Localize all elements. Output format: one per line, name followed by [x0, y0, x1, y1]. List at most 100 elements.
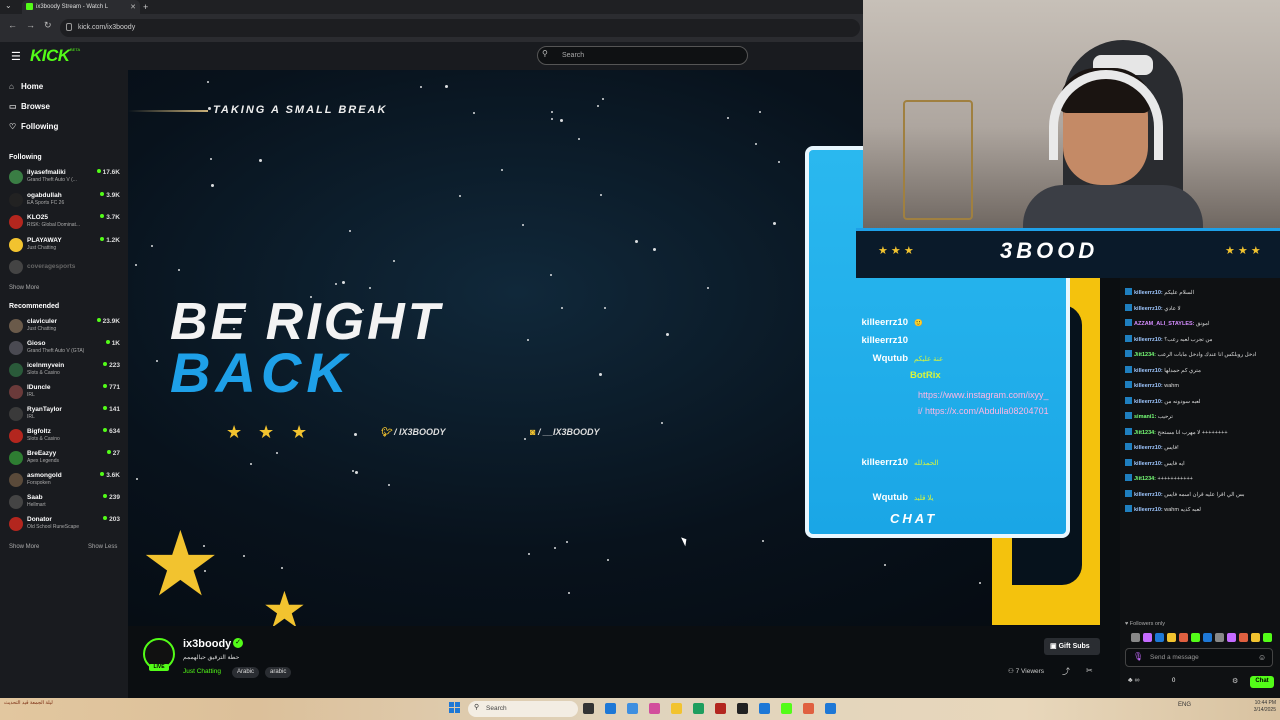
- windows-start-icon[interactable]: [449, 702, 460, 713]
- star-icon: ★: [226, 422, 243, 442]
- emote-icon[interactable]: [1227, 633, 1236, 642]
- sidebar-channel[interactable]: asmongold Forspoken 3.6K: [9, 472, 123, 494]
- sidebar-channel[interactable]: Gioso Grand Theft Auto V (GTA) 1K: [9, 340, 123, 362]
- emoji-icon[interactable]: ☺: [1258, 653, 1266, 662]
- twitter-handle: 🐦︎ / IX3BOODY: [380, 427, 445, 438]
- reload-icon[interactable]: ↻: [44, 20, 52, 31]
- taskbar-app-icon[interactable]: [583, 703, 594, 714]
- forward-arrow-icon[interactable]: →: [26, 20, 35, 30]
- sidebar-channel[interactable]: KLO25 RISK: Global Dominat... 3.7K: [9, 214, 123, 236]
- system-tray[interactable]: ENG: [1178, 702, 1191, 708]
- chat-username[interactable]: killeerrz10:: [1134, 290, 1164, 296]
- chat-username[interactable]: killeerrz10:: [1134, 368, 1164, 374]
- chat-message: killeerrz10: بس الي اقرا عليه قران اسمه …: [1125, 489, 1245, 498]
- back-arrow-icon[interactable]: ←: [8, 20, 17, 30]
- instagram-handle: ◙ / __IX3BOODY: [530, 427, 599, 437]
- tag-chip[interactable]: arabic: [265, 667, 292, 678]
- kick-logo[interactable]: KICK: [30, 46, 70, 66]
- sidebar-item-browse[interactable]: ▭ Browse: [9, 102, 50, 111]
- stream-category[interactable]: Just Chatting: [183, 668, 221, 675]
- tag-chip[interactable]: Arabic: [232, 667, 260, 678]
- chat-username[interactable]: killeerrz10:: [1134, 337, 1164, 343]
- emote-icon[interactable]: [1215, 633, 1224, 642]
- url-field[interactable]: kick.com/ix3boody: [60, 19, 860, 37]
- emote-icon[interactable]: [1167, 633, 1176, 642]
- taskbar-app-icon[interactable]: [671, 703, 682, 714]
- sidebar-channel[interactable]: claviculer Just Chatting 23.9K: [9, 318, 123, 340]
- windows-taskbar: [0, 698, 1280, 720]
- chat-username[interactable]: simani1:: [1134, 414, 1158, 420]
- microphone-icon[interactable]: 🎙︎: [1133, 652, 1143, 661]
- show-more-link[interactable]: Show More: [9, 544, 39, 550]
- sidebar-channel[interactable]: ogabdullah EA Sports FC 26 3.9K: [9, 192, 123, 214]
- sidebar-channel[interactable]: BreEazyy Apex Legends 27: [9, 450, 123, 472]
- emote-icon[interactable]: [1203, 633, 1212, 642]
- chat-settings-icon[interactable]: ⚙: [1232, 677, 1238, 685]
- menu-hamburger-icon[interactable]: ☰: [11, 50, 21, 63]
- emote-icon[interactable]: [1155, 633, 1164, 642]
- sidebar-channel[interactable]: coveragesports: [9, 259, 123, 281]
- chat-message: killeerrz10: wahm لعبه كذيه: [1125, 505, 1201, 513]
- chat-username[interactable]: Jiit1234:: [1134, 476, 1158, 482]
- chat-username[interactable]: killeerrz10:: [1134, 306, 1164, 312]
- share-icon[interactable]: ⤴: [1062, 666, 1070, 677]
- chat-message: killeerrz10: ايه فايس: [1125, 458, 1185, 467]
- taskbar-app-icon[interactable]: [605, 703, 616, 714]
- sidebar-channel[interactable]: Donator Old School RuneScape 203: [9, 516, 123, 538]
- channel-name: Gioso: [27, 340, 46, 347]
- show-more-following-link[interactable]: Show More: [9, 285, 39, 291]
- sidebar-item-home[interactable]: ⌂ Home: [9, 82, 43, 91]
- emote-icon[interactable]: [1251, 633, 1260, 642]
- chat-username[interactable]: killeerrz10:: [1134, 507, 1164, 513]
- sidebar-channel[interactable]: icelnmyvein Slots & Casino 223: [9, 362, 123, 384]
- taskbar-app-icon[interactable]: [737, 703, 748, 714]
- taskbar-app-icon[interactable]: [781, 703, 792, 714]
- gift-subs-button[interactable]: ▣ Gift Subs: [1044, 638, 1100, 655]
- sidebar-channel[interactable]: ilyasefmaliki Grand Theft Auto V (... 17.6…: [9, 169, 123, 191]
- tab-menu-icon[interactable]: ⌄: [5, 1, 12, 10]
- sidebar-channel[interactable]: Bigfoltz Slots & Casino 634: [9, 428, 123, 450]
- background-star: [393, 260, 396, 263]
- taskbar-app-icon[interactable]: [803, 703, 814, 714]
- clip-icon[interactable]: ✂: [1086, 666, 1093, 675]
- chat-message-input[interactable]: Send a message: [1125, 648, 1273, 667]
- emote-strip[interactable]: [1125, 632, 1275, 644]
- chat-username[interactable]: killeerrz10:: [1134, 383, 1164, 389]
- site-info-icon[interactable]: [66, 23, 72, 31]
- emote-icon[interactable]: [1131, 633, 1140, 642]
- search-input[interactable]: Search: [537, 46, 748, 65]
- chat-username[interactable]: Jiit1234:: [1134, 430, 1158, 436]
- sidebar-channel[interactable]: Saab Hellmart 239: [9, 494, 123, 516]
- taskbar-app-icon[interactable]: [693, 703, 704, 714]
- new-tab-button[interactable]: +: [143, 2, 148, 12]
- weather-widget[interactable]: ليلة الجمعة قيد التحديث: [4, 700, 53, 706]
- chat-username[interactable]: killeerrz10:: [1134, 399, 1164, 405]
- emote-icon[interactable]: [1179, 633, 1188, 642]
- chat-username[interactable]: killeerrz10:: [1134, 461, 1164, 467]
- chat-username[interactable]: Jiit1234:: [1134, 352, 1158, 358]
- tab-close-icon[interactable]: ✕: [130, 3, 136, 11]
- sidebar-channel[interactable]: RyanTaylor IRL 141: [9, 406, 123, 428]
- sidebar-channel[interactable]: IDuncle IRL 771: [9, 384, 123, 406]
- sidebar-item-following[interactable]: ♡ Following: [9, 122, 58, 131]
- emote-icon[interactable]: [1239, 633, 1248, 642]
- emote-icon[interactable]: [1263, 633, 1272, 642]
- browser-tab[interactable]: ix3boody Stream - Watch L ✕: [22, 0, 140, 14]
- sidebar-channel[interactable]: PLAYAWAY Just Chatting 1.2K: [9, 237, 123, 259]
- taskbar-clock[interactable]: 10:44 PM 3/14/2025: [1240, 700, 1276, 714]
- taskbar-app-icon[interactable]: [825, 703, 836, 714]
- send-chat-button[interactable]: Chat: [1250, 676, 1274, 688]
- emote-icon[interactable]: [1191, 633, 1200, 642]
- taskbar-app-icon[interactable]: [759, 703, 770, 714]
- points-icon[interactable]: ♣ ∞: [1128, 677, 1140, 684]
- taskbar-search[interactable]: Search: [468, 701, 578, 717]
- taskbar-app-icon[interactable]: [649, 703, 660, 714]
- chat-username[interactable]: killeerrz10:: [1134, 445, 1164, 451]
- taskbar-app-icon[interactable]: [715, 703, 726, 714]
- emote-icon[interactable]: [1143, 633, 1152, 642]
- show-less-link[interactable]: Show Less: [88, 544, 117, 550]
- taskbar-app-icon[interactable]: [627, 703, 638, 714]
- chat-username[interactable]: AZZAM_ALI_STAYLES:: [1134, 321, 1196, 327]
- streamer-name[interactable]: ix3boody: [183, 638, 231, 650]
- chat-username[interactable]: killeerrz10:: [1134, 492, 1164, 498]
